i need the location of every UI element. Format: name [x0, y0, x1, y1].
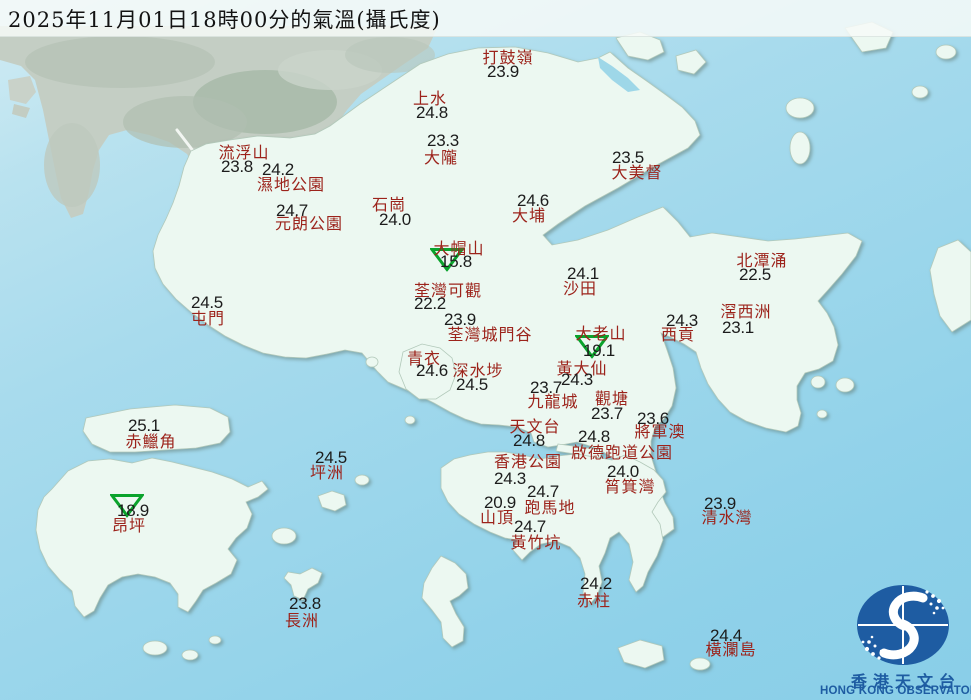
station-value: 23.5 — [612, 148, 644, 167]
station-value: 24.5 — [456, 375, 488, 394]
station-value: 24.8 — [513, 431, 545, 450]
lamma-island — [421, 555, 469, 648]
station-value: 24.8 — [578, 427, 610, 446]
station-value: 23.6 — [637, 409, 669, 428]
station-value: 24.3 — [666, 311, 698, 330]
station-value: 24.1 — [567, 264, 599, 283]
station-value: 24.3 — [494, 469, 526, 488]
station-value: 18.9 — [117, 501, 149, 520]
station-value: 24.6 — [416, 361, 448, 380]
station-value: 19.1 — [583, 341, 615, 360]
map-title: 2025年11月01日18時00分的氣溫(攝氏度) — [8, 8, 441, 32]
station-value: 20.9 — [484, 493, 516, 512]
station-value: 23.1 — [722, 318, 754, 337]
title-bar: 2025年11月01日18時00分的氣溫(攝氏度) — [0, 0, 971, 37]
station-value: 15.8 — [440, 252, 472, 271]
lantau-island — [35, 457, 269, 618]
station-value: 24.0 — [607, 462, 639, 481]
hong-kong-map — [0, 21, 971, 671]
station-value: 24.7 — [276, 201, 308, 220]
station-value: 22.5 — [739, 265, 771, 284]
station-value: 22.2 — [414, 294, 446, 313]
station-value: 24.2 — [262, 160, 294, 179]
station-value: 23.9 — [487, 62, 519, 81]
station-value: 24.7 — [514, 517, 546, 536]
peng-chau — [317, 490, 347, 512]
station-value: 24.3 — [561, 370, 593, 389]
station-value: 24.5 — [191, 293, 223, 312]
po-toi — [617, 639, 665, 669]
station-value: 24.8 — [416, 103, 448, 122]
station-value: 24.7 — [527, 482, 559, 501]
station-value: 23.8 — [221, 157, 253, 176]
station-value: 24.0 — [379, 210, 411, 229]
station-value: 23.7 — [591, 404, 623, 423]
station-value: 24.4 — [710, 626, 742, 645]
station-value: 24.2 — [580, 574, 612, 593]
station-value: 24.5 — [315, 448, 347, 467]
temperature-map: 2025年11月01日18時00分的氣溫(攝氏度) 打鼓嶺 23.9 上水 24.8 大… — [0, 0, 971, 700]
station-value: 23.7 — [530, 378, 562, 397]
station-value: 23.8 — [289, 594, 321, 613]
station-value: 23.9 — [704, 494, 736, 513]
station-value: 23.9 — [444, 310, 476, 329]
station-value: 25.1 — [128, 416, 160, 435]
station-value: 23.3 — [427, 131, 459, 150]
station-value: 24.6 — [517, 191, 549, 210]
logo-name-english: HONG KONG OBSERVATORY — [820, 685, 971, 697]
